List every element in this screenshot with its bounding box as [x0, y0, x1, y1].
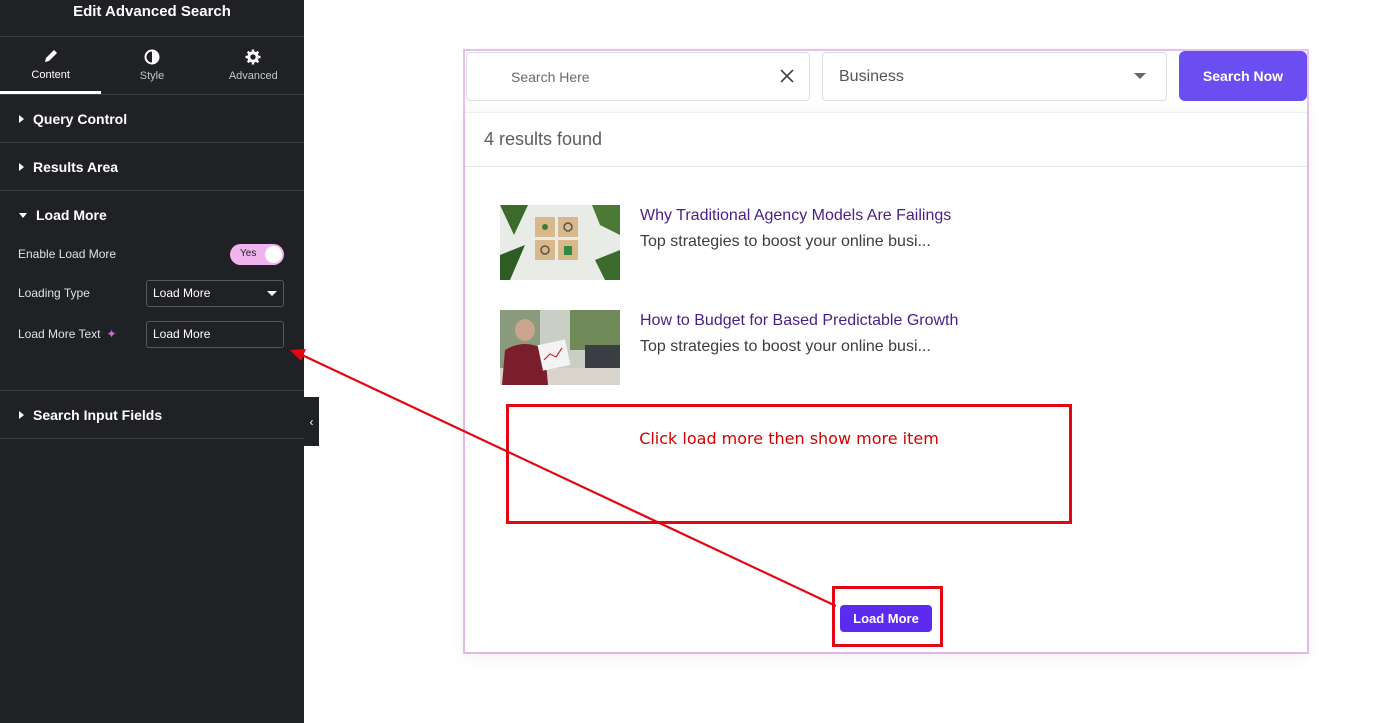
annotation-text: Click load more then show more item [639, 429, 939, 448]
chevron-left-icon: ‹ [309, 414, 314, 429]
tab-style[interactable]: Style [101, 37, 202, 94]
toggle-knob [265, 245, 282, 263]
result-thumbnail [500, 205, 620, 280]
load-more-text-input[interactable]: Load More [146, 320, 284, 348]
load-more-text-label-wrap: Load More Text ✦ [18, 327, 146, 341]
loading-type-select[interactable]: Load More [146, 279, 284, 307]
enable-load-more-label: Enable Load More [18, 247, 117, 261]
chevron-down-icon [267, 290, 277, 296]
section-results-area[interactable]: Results Area [0, 143, 304, 191]
section-query-control-label: Query Control [33, 110, 128, 127]
tab-content-label: Content [31, 68, 70, 81]
caret-down-icon [19, 212, 27, 218]
half-circle-icon [144, 49, 160, 65]
loading-type-row: Loading Type Load More [18, 279, 284, 307]
chevron-down-icon [1134, 73, 1146, 79]
caret-right-icon [19, 410, 24, 419]
collapse-panel-handle[interactable]: ‹ [304, 397, 319, 446]
tab-advanced-label: Advanced [228, 70, 278, 82]
load-more-text-value: Load More [153, 327, 211, 341]
search-input[interactable]: Search Here [466, 52, 810, 101]
tab-advanced[interactable]: Advanced [203, 37, 304, 94]
tab-content[interactable]: Content [0, 37, 102, 94]
gear-icon [245, 49, 261, 65]
section-load-more[interactable]: Load More [0, 191, 304, 239]
section-search-input-fields[interactable]: Search Input Fields [0, 391, 304, 439]
enable-load-more-toggle[interactable]: Yes [230, 243, 284, 265]
results-dropdown: 4 results found Why Traditional Agency M… [465, 112, 1307, 652]
result-thumbnail [500, 310, 620, 385]
results-count: 4 results found [465, 113, 1307, 167]
panel-title: Edit Advanced Search [0, 0, 304, 37]
result-title[interactable]: How to Budget for Based Predictable Grow… [640, 312, 958, 330]
load-more-text-label: Load More Text [18, 327, 101, 341]
load-more-button[interactable]: Load More [840, 605, 932, 632]
loading-type-label: Loading Type [18, 286, 90, 300]
caret-right-icon [19, 162, 24, 171]
section-query-control[interactable]: Query Control [0, 95, 304, 143]
category-select[interactable]: Business [822, 52, 1167, 101]
search-now-button[interactable]: Search Now [1179, 51, 1307, 101]
result-title[interactable]: Why Traditional Agency Models Are Failin… [640, 207, 951, 225]
load-more-panel: Enable Load More Yes Loading Type Load M… [0, 239, 304, 391]
section-search-input-fields-label: Search Input Fields [33, 406, 163, 423]
result-excerpt: Top strategies to boost your online busi… [640, 338, 931, 355]
result-item[interactable]: Why Traditional Agency Models Are Failin… [500, 205, 1260, 280]
close-icon[interactable] [779, 68, 795, 84]
section-load-more-label: Load More [36, 207, 107, 223]
section-results-area-label: Results Area [33, 158, 119, 175]
ai-sparkle-icon[interactable]: ✦ [107, 327, 117, 341]
category-selected: Business [839, 67, 904, 85]
load-more-text-row: Load More Text ✦ Load More [18, 320, 284, 348]
loading-type-value: Load More [153, 286, 211, 300]
tab-style-label: Style [139, 70, 165, 82]
editor-tabs: Content Style Advanced [0, 37, 304, 95]
result-item[interactable]: How to Budget for Based Predictable Grow… [500, 310, 1260, 385]
annotation-callout: Click load more then show more item [506, 404, 1072, 524]
pencil-icon [44, 49, 57, 62]
caret-right-icon [19, 114, 24, 123]
editor-sidebar: Edit Advanced Search Content Style Advan… [0, 0, 304, 723]
search-placeholder: Search Here [511, 68, 590, 85]
enable-load-more-row: Enable Load More Yes [18, 241, 284, 267]
result-excerpt: Top strategies to boost your online busi… [640, 233, 931, 250]
toggle-yes-text: Yes [240, 247, 257, 259]
